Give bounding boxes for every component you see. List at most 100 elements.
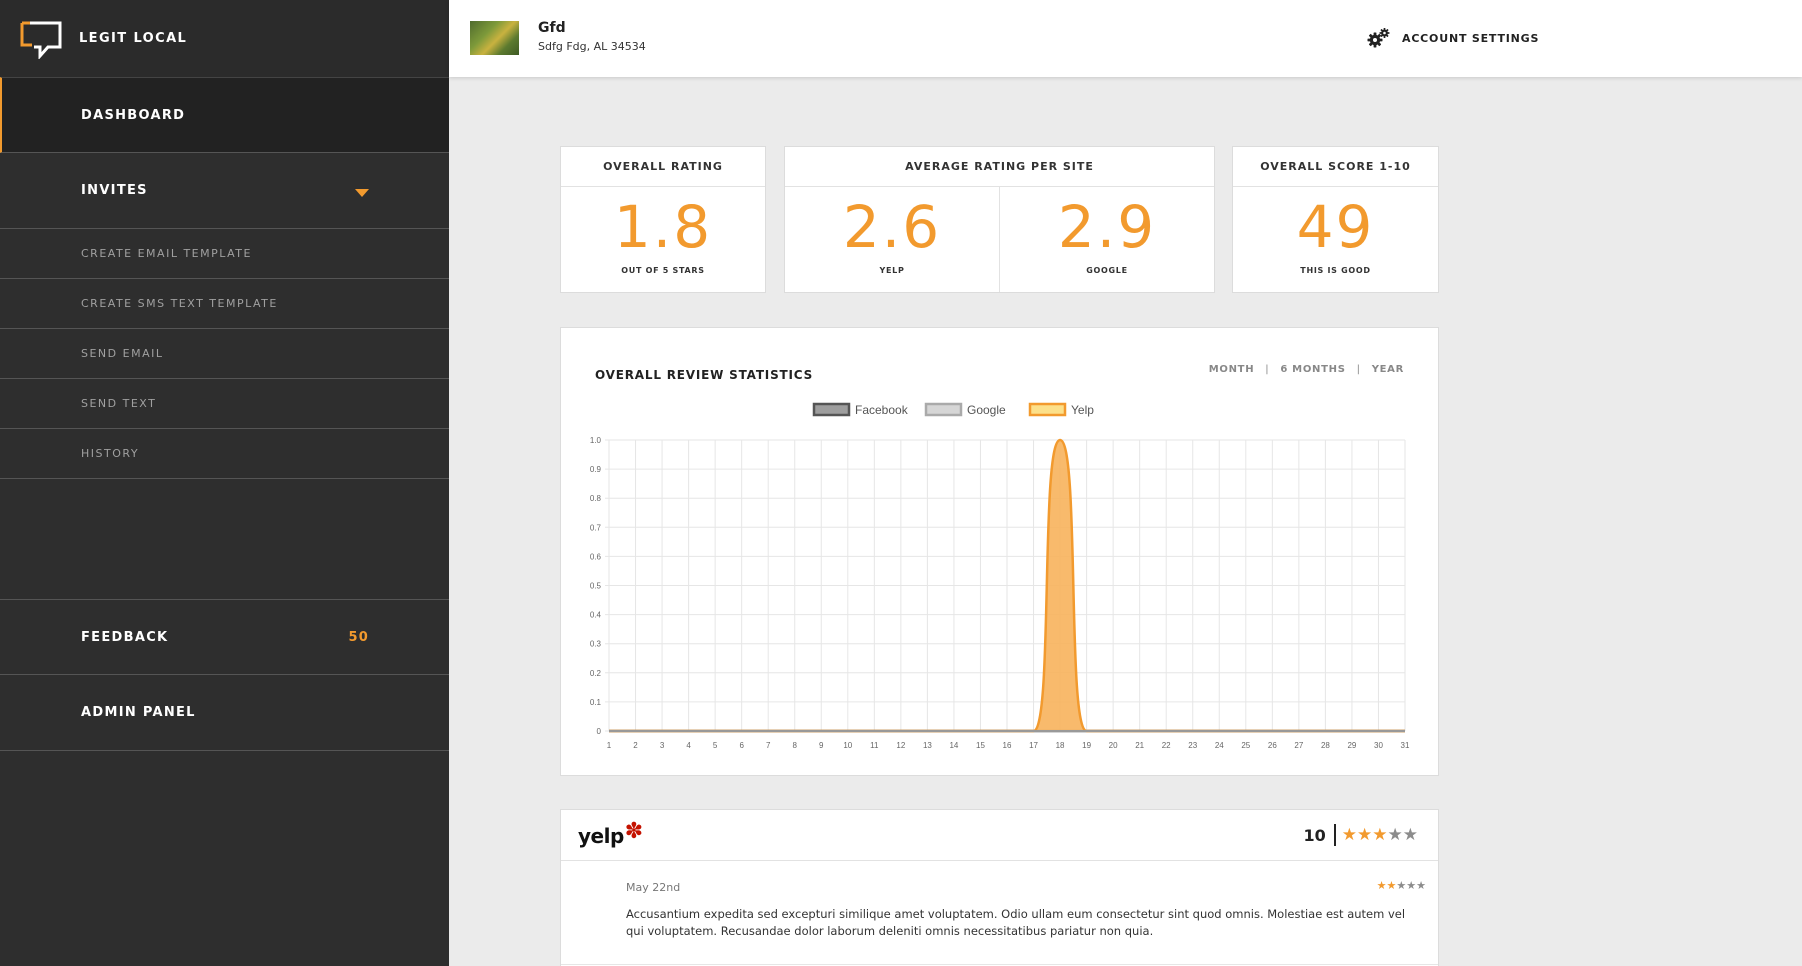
stat-caption: THIS IS GOOD (1300, 266, 1371, 275)
top-bar: Gfd Sdfg Fdg, AL 34534 ACCOUNT SETTINGS (449, 0, 1802, 77)
x-tick-label: 12 (896, 741, 905, 750)
stat-caption: GOOGLE (1086, 266, 1128, 275)
x-tick-label: 21 (1135, 741, 1144, 750)
sidebar-item-send-email[interactable]: SEND EMAIL (0, 329, 449, 379)
star-empty-icon: ★ (1416, 879, 1426, 892)
review-text: Accusantium expedita sed excepturi simil… (626, 907, 1406, 938)
account-settings-button[interactable]: ACCOUNT SETTINGS (1367, 27, 1539, 49)
x-tick-label: 23 (1188, 741, 1197, 750)
x-tick-label: 14 (949, 741, 958, 750)
review-statistics-card: OVERALL REVIEW STATISTICS MONTH | 6 MONT… (560, 327, 1439, 776)
sidebar-item-invites[interactable]: INVITES (0, 153, 449, 229)
x-tick-label: 28 (1321, 741, 1330, 750)
x-tick-label: 10 (843, 741, 852, 750)
overall-score-value: 49 (1296, 193, 1375, 261)
stat: 49 THIS IS GOOD (1233, 187, 1438, 292)
sidebar-item-create-email-template[interactable]: CREATE EMAIL TEMPLATE (0, 229, 449, 279)
x-tick-label: 8 (793, 741, 798, 750)
x-tick-label: 26 (1268, 741, 1277, 750)
y-tick-label: 0.7 (590, 523, 602, 532)
brand[interactable]: LEGIT LOCAL (0, 0, 449, 77)
business-address: Sdfg Fdg, AL 34534 (538, 40, 646, 53)
sidebar-item-label: FEEDBACK (81, 629, 169, 645)
y-tick-label: 0.9 (590, 465, 602, 474)
x-tick-label: 20 (1109, 741, 1118, 750)
review-score: 10 ★ ★ ★ ★ ★ (1303, 824, 1418, 846)
x-tick-label: 29 (1347, 741, 1356, 750)
caret-down-icon[interactable] (355, 188, 369, 197)
review-item: May 22nd ★ ★ ★ ★ ★ Accusantium expedita sed … (561, 861, 1438, 965)
legend-label-google: Google (967, 403, 1006, 417)
account-settings-label: ACCOUNT SETTINGS (1402, 31, 1540, 45)
x-tick-label: 13 (923, 741, 932, 750)
logo-icon (20, 21, 62, 59)
y-tick-label: 1.0 (590, 436, 602, 445)
star-filled-icon: ★ (1386, 879, 1397, 892)
x-tick-label: 15 (976, 741, 985, 750)
sidebar-item-label: INVITES (81, 183, 148, 198)
review-card-header: yelp ✽ 10 ★ ★ ★ ★ ★ (561, 810, 1438, 861)
review-count: 10 (1303, 825, 1326, 845)
card-title: AVERAGE RATING PER SITE (785, 147, 1214, 187)
x-tick-label: 11 (870, 741, 879, 750)
average-rating-per-site-card: AVERAGE RATING PER SITE 2.6 YELP 2.9 GOO… (784, 146, 1215, 293)
x-tick-label: 19 (1082, 741, 1091, 750)
overall-rating-value: 1.8 (613, 193, 713, 261)
sidebar: LEGIT LOCAL DASHBOARD INVITES CREATE EMA… (0, 0, 449, 966)
star-empty-icon: ★ (1406, 879, 1417, 892)
x-tick-label: 5 (713, 741, 718, 750)
sidebar-item-history[interactable]: HISTORY (0, 429, 449, 479)
feedback-count-badge: 50 (348, 629, 369, 645)
x-tick-label: 25 (1241, 741, 1250, 750)
sidebar-item-create-sms-text-template[interactable]: CREATE SMS TEXT TEMPLATE (0, 279, 449, 329)
google-rating-value: 2.9 (1057, 193, 1157, 261)
gears-icon (1367, 28, 1390, 48)
x-tick-label: 24 (1215, 741, 1224, 750)
stat-caption: YELP (879, 266, 905, 275)
legend-swatch-facebook (812, 402, 851, 417)
legend-label-facebook: Facebook (855, 403, 909, 417)
yelp-logo: yelp ✽ (578, 821, 643, 849)
x-tick-label: 16 (1003, 741, 1012, 750)
y-tick-label: 0.3 (590, 640, 602, 649)
stat-google: 2.9 GOOGLE (999, 187, 1214, 292)
y-tick-label: 0 (597, 727, 602, 736)
sidebar-item-label: CREATE SMS TEXT TEMPLATE (81, 297, 278, 310)
star-empty-icon: ★ (1387, 824, 1403, 845)
x-tick-label: 18 (1056, 741, 1065, 750)
overall-rating-card: OVERALL RATING 1.8 OUT OF 5 STARS (560, 146, 766, 293)
x-tick-label: 4 (686, 741, 691, 750)
y-tick-label: 0.5 (590, 582, 602, 591)
sidebar-item-admin-panel[interactable]: ADMIN PANEL (0, 675, 449, 751)
sidebar-item-send-text[interactable]: SEND TEXT (0, 379, 449, 429)
star-filled-icon: ★ (1341, 824, 1357, 845)
y-tick-label: 0.8 (590, 494, 602, 503)
y-tick-label: 0.6 (590, 552, 602, 561)
sidebar-item-label: HISTORY (81, 447, 140, 460)
star-filled-icon: ★ (1376, 879, 1387, 892)
card-title: OVERALL RATING (561, 147, 765, 187)
sidebar-item-label: SEND EMAIL (81, 347, 164, 360)
review-statistics-chart: 00.10.20.30.40.50.60.70.80.91.01 2 3 4 5 6 7 8 9… (590, 402, 1410, 750)
yelp-logo-text: yelp (578, 824, 624, 848)
yelp-rating-value: 2.6 (842, 193, 942, 261)
x-tick-label: 27 (1294, 741, 1303, 750)
sidebar-item-feedback[interactable]: FEEDBACK 50 (0, 599, 449, 675)
legend-swatch-google (924, 402, 963, 417)
x-tick-label: 1 (607, 741, 612, 750)
sidebar-nav: DASHBOARD INVITES CREATE EMAIL TEMPLATE … (0, 77, 449, 751)
x-tick-label: 31 (1401, 741, 1410, 750)
sidebar-item-label: CREATE EMAIL TEMPLATE (81, 247, 252, 260)
x-tick-label: 17 (1029, 741, 1038, 750)
x-tick-label: 7 (766, 741, 771, 750)
x-tick-label: 30 (1374, 741, 1383, 750)
overall-score-card: OVERALL SCORE 1-10 49 THIS IS GOOD (1232, 146, 1439, 293)
sidebar-item-label: DASHBOARD (81, 107, 186, 123)
sidebar-item-dashboard[interactable]: DASHBOARD (0, 77, 449, 153)
stat: 1.8 OUT OF 5 STARS (561, 187, 765, 292)
x-tick-label: 9 (819, 741, 824, 750)
x-tick-label: 2 (633, 741, 638, 750)
business-name: Gfd (538, 20, 566, 36)
review-date: May 22nd (626, 881, 681, 894)
sidebar-item-label: SEND TEXT (81, 397, 157, 410)
